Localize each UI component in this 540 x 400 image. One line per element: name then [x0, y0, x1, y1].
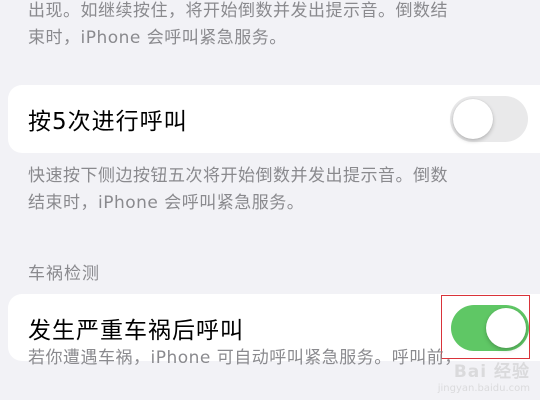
settings-page: 出现。如继续按住，将开始倒数并发出提示音。倒数结 束时，iPhone 会呼叫紧急…: [0, 0, 540, 400]
press-five-times-label: 按5次进行呼叫: [28, 109, 188, 135]
watermark-text: Bai 经验: [453, 362, 530, 382]
crash-detection-label: 发生严重车祸后呼叫: [28, 317, 244, 344]
press-five-times-row[interactable]: 按5次进行呼叫: [8, 85, 540, 153]
crash-detection-header: 车祸检测: [28, 264, 100, 284]
watermark-subtext: jingyan.baidu.com: [437, 383, 530, 394]
side-button-footnote: 出现。如继续按住，将开始倒数并发出提示音。倒数结 束时，iPhone 会呼叫紧急…: [28, 1, 448, 48]
press-five-times-footnote: 快速按下侧边按钮五次将开始倒数并发出提示音。倒数 结束时，iPhone 会呼叫紧…: [28, 166, 448, 213]
toggle-knob: [453, 99, 493, 139]
baidu-watermark: Bai 经验 jingyan.baidu.com: [418, 340, 536, 396]
press-five-times-toggle[interactable]: [450, 96, 528, 142]
